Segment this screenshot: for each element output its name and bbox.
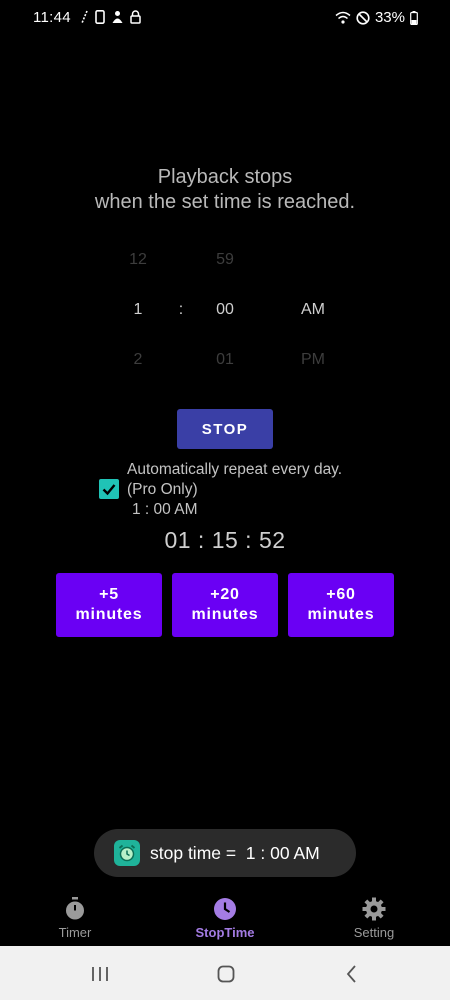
repeat-label-line-2: (Pro Only) xyxy=(127,481,198,498)
gear-icon xyxy=(361,896,387,922)
home-icon[interactable] xyxy=(214,962,238,986)
nav-item-setting[interactable]: Setting xyxy=(324,888,424,940)
toast-text: stop time = 1 : 00 AM xyxy=(150,842,320,863)
status-time: 11:44 xyxy=(33,9,71,26)
battery-percent: 33% xyxy=(374,9,405,26)
repeat-label-line-1: Automatically repeat every day. xyxy=(127,461,343,478)
ampm-prev[interactable] xyxy=(278,240,348,290)
toast: stop time = 1 : 00 AM xyxy=(94,829,356,877)
ampm-next[interactable]: PM xyxy=(278,340,348,390)
add-5-minutes-button[interactable]: +5 minutes xyxy=(56,573,162,637)
minute-next[interactable]: 01 xyxy=(190,340,260,390)
nav-label-setting: Setting xyxy=(353,925,395,940)
stop-button[interactable]: STOP xyxy=(177,409,273,449)
stopwatch-icon xyxy=(63,896,87,922)
ampm-wheel[interactable]: AM PM xyxy=(278,240,348,390)
minute-wheel[interactable]: 59 00 01 xyxy=(190,240,260,390)
back-icon[interactable] xyxy=(340,962,364,986)
bottom-nav: Timer StopTime Setting xyxy=(0,888,450,946)
repeat-time: 1 : 00 AM xyxy=(132,501,198,518)
phone-icon xyxy=(95,10,105,24)
add-5-unit: minutes xyxy=(75,606,143,623)
countdown-display: 01 : 15 : 52 xyxy=(164,527,286,553)
do-not-disturb-icon xyxy=(356,10,370,25)
recent-apps-icon[interactable] xyxy=(88,962,112,986)
clock-icon xyxy=(212,896,238,922)
nav-label-timer: Timer xyxy=(58,925,92,940)
add-20-minutes-button[interactable]: +20 minutes xyxy=(172,573,278,637)
status-notification-icons xyxy=(80,10,141,24)
ampm-selected[interactable]: AM xyxy=(278,290,348,340)
person-icon xyxy=(111,10,124,24)
add-5-amount: +5 xyxy=(99,586,119,603)
system-nav-bar xyxy=(0,946,450,1000)
nav-item-timer[interactable]: Timer xyxy=(25,888,125,940)
time-picker: 12 1 2 : 59 00 01 AM PM xyxy=(0,240,450,380)
battery-icon xyxy=(410,10,418,25)
add-60-unit: minutes xyxy=(307,606,375,623)
add-20-amount: +20 xyxy=(210,586,240,603)
lock-icon xyxy=(130,10,141,24)
minute-selected[interactable]: 00 xyxy=(190,290,260,340)
alarm-clock-icon xyxy=(114,840,140,866)
add-60-amount: +60 xyxy=(326,586,356,603)
wifi-icon xyxy=(335,11,351,24)
minute-prev[interactable]: 59 xyxy=(190,240,260,290)
status-bar: 11:44 33% xyxy=(0,0,450,36)
nav-label-stoptime: StopTime xyxy=(195,925,255,940)
add-60-minutes-button[interactable]: +60 minutes xyxy=(288,573,394,637)
checkmark-icon xyxy=(101,481,117,497)
status-right: 33% xyxy=(335,9,418,26)
headline-line-1: Playback stops xyxy=(157,166,293,188)
steps-icon xyxy=(80,10,89,24)
nav-item-stoptime[interactable]: StopTime xyxy=(175,888,275,940)
headline-line-2: when the set time is reached. xyxy=(94,191,356,213)
hour-next[interactable]: 2 xyxy=(103,340,173,390)
add-20-unit: minutes xyxy=(191,606,259,623)
headline: Playback stops when the set time is reac… xyxy=(0,165,450,215)
repeat-checkbox[interactable] xyxy=(99,479,119,499)
repeat-label[interactable]: Automatically repeat every day. (Pro Onl… xyxy=(127,460,342,520)
